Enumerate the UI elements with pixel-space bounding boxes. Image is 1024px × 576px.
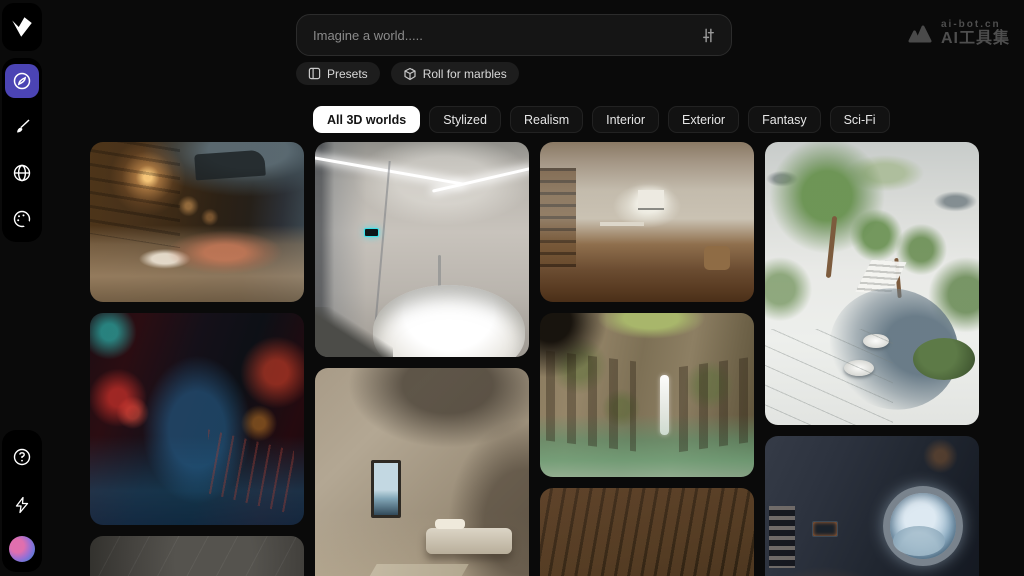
- filter-stylized[interactable]: Stylized: [429, 106, 501, 133]
- user-avatar[interactable]: [9, 536, 35, 562]
- gallery-column-3: [540, 142, 754, 576]
- world-card-ruins-waterfall[interactable]: [540, 313, 754, 477]
- filter-fantasy[interactable]: Fantasy: [748, 106, 821, 133]
- presets-button[interactable]: Presets: [296, 62, 380, 85]
- filter-all-3d-worlds[interactable]: All 3D worlds: [313, 106, 421, 133]
- world-card-cyberpunk-corridor[interactable]: [90, 313, 304, 525]
- gallery-column-1: [90, 142, 304, 576]
- moss-rock: [912, 337, 975, 380]
- control-panel: [812, 521, 839, 537]
- bookshelf-texture: [90, 142, 180, 249]
- wicker-chair: [704, 246, 731, 270]
- bonsai-trunk: [825, 215, 838, 278]
- prompt-input[interactable]: [313, 27, 697, 43]
- dark-floor: [315, 307, 393, 357]
- prompt-settings-button[interactable]: [697, 24, 719, 46]
- sidebar: [0, 0, 46, 576]
- world-card-wooden-attic[interactable]: [540, 488, 754, 576]
- wall-panel-glow: [364, 228, 380, 237]
- help-button[interactable]: [5, 440, 39, 474]
- bright-window: [638, 190, 665, 210]
- bookshelf: [540, 167, 576, 267]
- presets-label: Presets: [327, 66, 368, 81]
- filter-realism[interactable]: Realism: [509, 106, 584, 133]
- prompt-bar: [296, 14, 732, 56]
- waterfall: [659, 375, 669, 436]
- watermark-site: ai-bot.cn: [940, 19, 1001, 30]
- world-card-cave-bedroom[interactable]: [315, 368, 529, 576]
- watermark: ai-bot.cn AI工具集: [904, 19, 1010, 47]
- sketch-lines: [90, 536, 304, 576]
- sidebar-item-worlds[interactable]: [5, 156, 39, 190]
- roll-label: Roll for marbles: [422, 66, 507, 81]
- world-card-bonsai-pavilion[interactable]: [765, 142, 979, 425]
- filter-tabs: All 3D worlds Stylized Realism Interior …: [313, 106, 890, 133]
- gallery-column-4: [765, 142, 979, 576]
- filter-interior[interactable]: Interior: [592, 106, 660, 133]
- help-icon: [12, 447, 32, 467]
- sidebar-item-create[interactable]: [5, 110, 39, 144]
- sidebar-item-explore[interactable]: [5, 64, 39, 98]
- world-card-sketch-room[interactable]: [90, 536, 304, 576]
- activity-button[interactable]: [5, 488, 39, 522]
- floor-runner: [321, 564, 469, 576]
- bathtub: [373, 285, 525, 357]
- world-gallery: [90, 142, 979, 576]
- globe-icon: [12, 163, 32, 183]
- dice-icon: [403, 67, 417, 81]
- ai-bot-logo-icon: [904, 22, 934, 46]
- compass-icon: [12, 71, 32, 91]
- app-logo[interactable]: [2, 3, 42, 51]
- temple-roof-silhouette: [194, 149, 267, 181]
- filter-exterior[interactable]: Exterior: [668, 106, 740, 133]
- sea-view-door: [370, 460, 401, 519]
- gallery-column-2: [315, 142, 529, 576]
- quick-actions: Presets Roll for marbles: [296, 62, 519, 85]
- bird-logo-icon: [9, 14, 35, 40]
- cabin-shelves: [769, 506, 796, 568]
- world-card-temple-library[interactable]: [90, 142, 304, 302]
- world-card-spaceship-cabin[interactable]: [765, 436, 979, 576]
- marble-veins: [765, 328, 894, 425]
- world-card-bathroom[interactable]: [315, 142, 529, 357]
- sidebar-item-styles[interactable]: [5, 202, 39, 236]
- panel-layout-icon: [308, 67, 321, 80]
- sliders-icon: [700, 27, 717, 44]
- bed: [426, 527, 513, 554]
- world-card-wooden-room[interactable]: [540, 142, 754, 302]
- sidebar-tools: [2, 58, 42, 242]
- lightning-icon: [13, 496, 31, 514]
- roll-for-marbles-button[interactable]: Roll for marbles: [390, 62, 519, 85]
- watermark-title: AI工具集: [940, 29, 1010, 47]
- table: [599, 222, 644, 226]
- brush-icon: [12, 117, 32, 137]
- corridor-railing: [207, 429, 294, 515]
- palette-icon: [12, 209, 32, 229]
- arches-right: [679, 357, 752, 453]
- filter-sci-fi[interactable]: Sci-Fi: [829, 106, 890, 133]
- arches-left: [546, 350, 637, 452]
- sidebar-footer: [2, 430, 42, 572]
- pillow: [434, 519, 465, 530]
